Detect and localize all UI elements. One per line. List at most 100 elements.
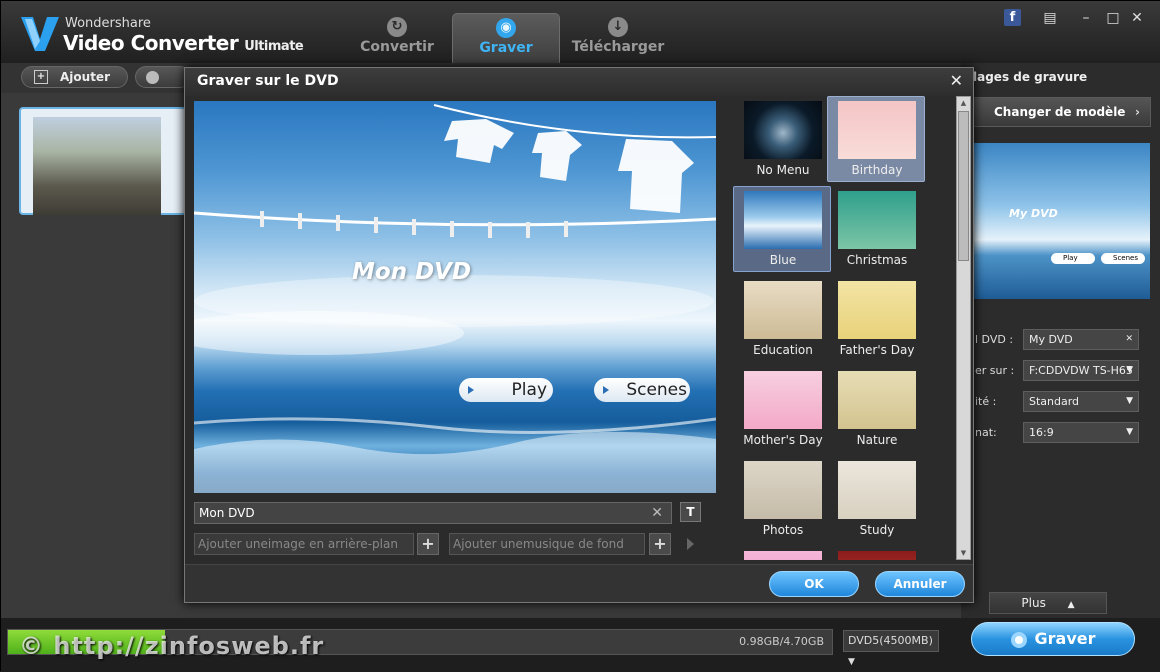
add-files-label: Ajouter: [60, 70, 110, 84]
preview-play-button: Play: [459, 378, 553, 402]
template-thumb: [744, 191, 822, 249]
bottom-bar: 0.98GB/4.70GB © http://zinfosweb.fr DVD5…: [1, 618, 1160, 672]
template-nature[interactable]: Nature: [827, 366, 925, 452]
brand-small: Wondershare: [65, 16, 151, 31]
bg-music-field[interactable]: Ajouter unemusique de fond: [449, 533, 645, 555]
template-label: Study: [859, 523, 895, 537]
settings-title: lages de gravure: [973, 70, 1088, 84]
minimize-icon[interactable]: –: [1077, 9, 1095, 27]
dialog-title: Graver sur le DVD: [197, 73, 339, 89]
disc-title-input[interactable]: Mon DVD ✕: [194, 502, 672, 524]
play-icon: [603, 386, 609, 394]
tab-download[interactable]: ↓ Télécharger: [563, 13, 673, 63]
change-template-button[interactable]: Changer de modèle ›: [971, 97, 1151, 127]
cancel-button[interactable]: Annuler: [875, 571, 965, 597]
burn-button[interactable]: Graver: [971, 622, 1135, 656]
disc-size-text: 0.98GB/4.70GB: [739, 635, 824, 648]
brand-name: Video Converter Ultimate: [63, 31, 304, 55]
close-window-icon[interactable]: ✕: [1128, 9, 1146, 27]
refresh-icon: ↻: [387, 17, 407, 37]
template-thumb: [744, 551, 822, 560]
template-label: No Menu: [756, 163, 810, 177]
burn-to-select[interactable]: F:CDDVDW TS-H65 ▼: [1023, 360, 1139, 381]
add-bg-music-button[interactable]: +: [649, 533, 671, 555]
preview-small-scenes: Scenes: [1101, 253, 1145, 264]
title-bar: Wondershare Video Converter Ultimate ↻ Co…: [1, 1, 1160, 63]
template-thumb: [744, 461, 822, 519]
preview-disc-title: Mon DVD: [352, 259, 472, 285]
brand-edition: Ultimate: [244, 39, 304, 54]
template-label: Mother's Day: [743, 433, 823, 447]
template-fathers-day[interactable]: Father's Day: [827, 276, 925, 362]
dvd-label-field[interactable]: My DVD ✕: [1023, 329, 1139, 350]
more-button[interactable]: Plus ▲: [989, 592, 1107, 614]
template-thumb: [744, 101, 822, 159]
maximize-icon[interactable]: □: [1104, 9, 1122, 27]
clear-icon[interactable]: ✕: [651, 503, 663, 523]
change-template-label: Changer de modèle: [994, 105, 1126, 119]
template-label: Birthday: [851, 163, 903, 177]
facebook-icon[interactable]: f: [1004, 9, 1021, 26]
menu-preview: Mon DVD Play Scenes: [194, 101, 716, 493]
burn-label: Graver: [1034, 629, 1096, 648]
template-label: Blue: [769, 253, 797, 267]
app-window: Wondershare Video Converter Ultimate ↻ Co…: [0, 0, 1160, 672]
template-birthday[interactable]: Birthday: [827, 96, 925, 182]
dropdown-arrow-icon: ▼: [848, 657, 855, 667]
chevron-right-icon: ›: [1135, 105, 1140, 119]
preview-play-label: Play: [511, 380, 547, 400]
register-icon[interactable]: ▤: [1041, 9, 1059, 27]
template-education[interactable]: Education: [733, 276, 831, 362]
disc-icon: [1010, 631, 1027, 648]
add-files-button[interactable]: + Ajouter: [21, 66, 128, 88]
tab-convert[interactable]: ↻ Convertir: [343, 13, 451, 63]
template-partial[interactable]: [827, 546, 925, 560]
quality-label: ité :: [975, 395, 997, 408]
scroll-down-icon[interactable]: ▼: [958, 547, 969, 559]
watermark: © http://zinfosweb.fr: [19, 632, 325, 660]
template-christmas[interactable]: Christmas: [827, 186, 925, 272]
dialog-close-icon[interactable]: ✕: [950, 71, 963, 90]
template-partial[interactable]: [733, 546, 831, 560]
template-blue[interactable]: Blue: [733, 186, 831, 272]
disc-type-value: DVD5(4500MB): [848, 634, 933, 647]
template-study[interactable]: Study: [827, 456, 925, 542]
bg-image-field[interactable]: Ajouter uneimage en arrière-plan: [194, 533, 414, 555]
ok-button[interactable]: OK: [769, 571, 859, 597]
aspect-select[interactable]: 16:9 ▼: [1023, 422, 1139, 443]
menu-preview-small: My DVD Play Scenes: [973, 143, 1150, 299]
quality-value: Standard: [1029, 395, 1080, 408]
template-mothers-day[interactable]: Mother's Day: [733, 366, 831, 452]
more-label: Plus: [1021, 596, 1046, 610]
format-label: nat:: [975, 426, 997, 439]
template-grid: No Menu Birthday Blue Christmas Educatio…: [725, 96, 957, 560]
clear-icon[interactable]: ✕: [1125, 330, 1133, 349]
dropdown-arrow-icon: ▼: [1126, 365, 1133, 375]
video-item[interactable]: [19, 107, 199, 215]
disc-type-select[interactable]: DVD5(4500MB) ▼: [843, 630, 939, 667]
burn-to-value: F:CDDVDW TS-H65: [1029, 364, 1133, 377]
scroll-up-icon[interactable]: ▲: [958, 97, 969, 109]
play-preview-icon[interactable]: [687, 538, 694, 550]
text-format-button[interactable]: T: [680, 502, 701, 522]
quality-select[interactable]: Standard ▼: [1023, 391, 1139, 412]
template-label: Education: [753, 343, 813, 357]
template-photos[interactable]: Photos: [733, 456, 831, 542]
template-scrollbar[interactable]: ▲ ▼: [956, 96, 971, 560]
burn-to-label: er sur :: [975, 364, 1015, 377]
tab-download-label: Télécharger: [571, 39, 665, 55]
template-thumb: [838, 101, 916, 159]
scroll-thumb[interactable]: [958, 111, 969, 261]
burn-settings-panel: lages de gravure Changer de modèle › My …: [961, 63, 1160, 618]
download-icon: ↓: [608, 17, 628, 37]
tab-burn[interactable]: ◉ Graver: [452, 13, 560, 63]
add-dvd-button[interactable]: [135, 66, 191, 88]
preview-scenes-label: Scenes: [626, 380, 687, 400]
play-icon: [468, 386, 474, 394]
add-bg-image-button[interactable]: +: [417, 533, 439, 555]
template-label: Father's Day: [839, 343, 915, 357]
clothesline-illustration: [194, 104, 716, 493]
template-label: Christmas: [846, 253, 908, 267]
preview-scenes-button: Scenes: [594, 378, 690, 402]
template-no-menu[interactable]: No Menu: [733, 96, 831, 182]
